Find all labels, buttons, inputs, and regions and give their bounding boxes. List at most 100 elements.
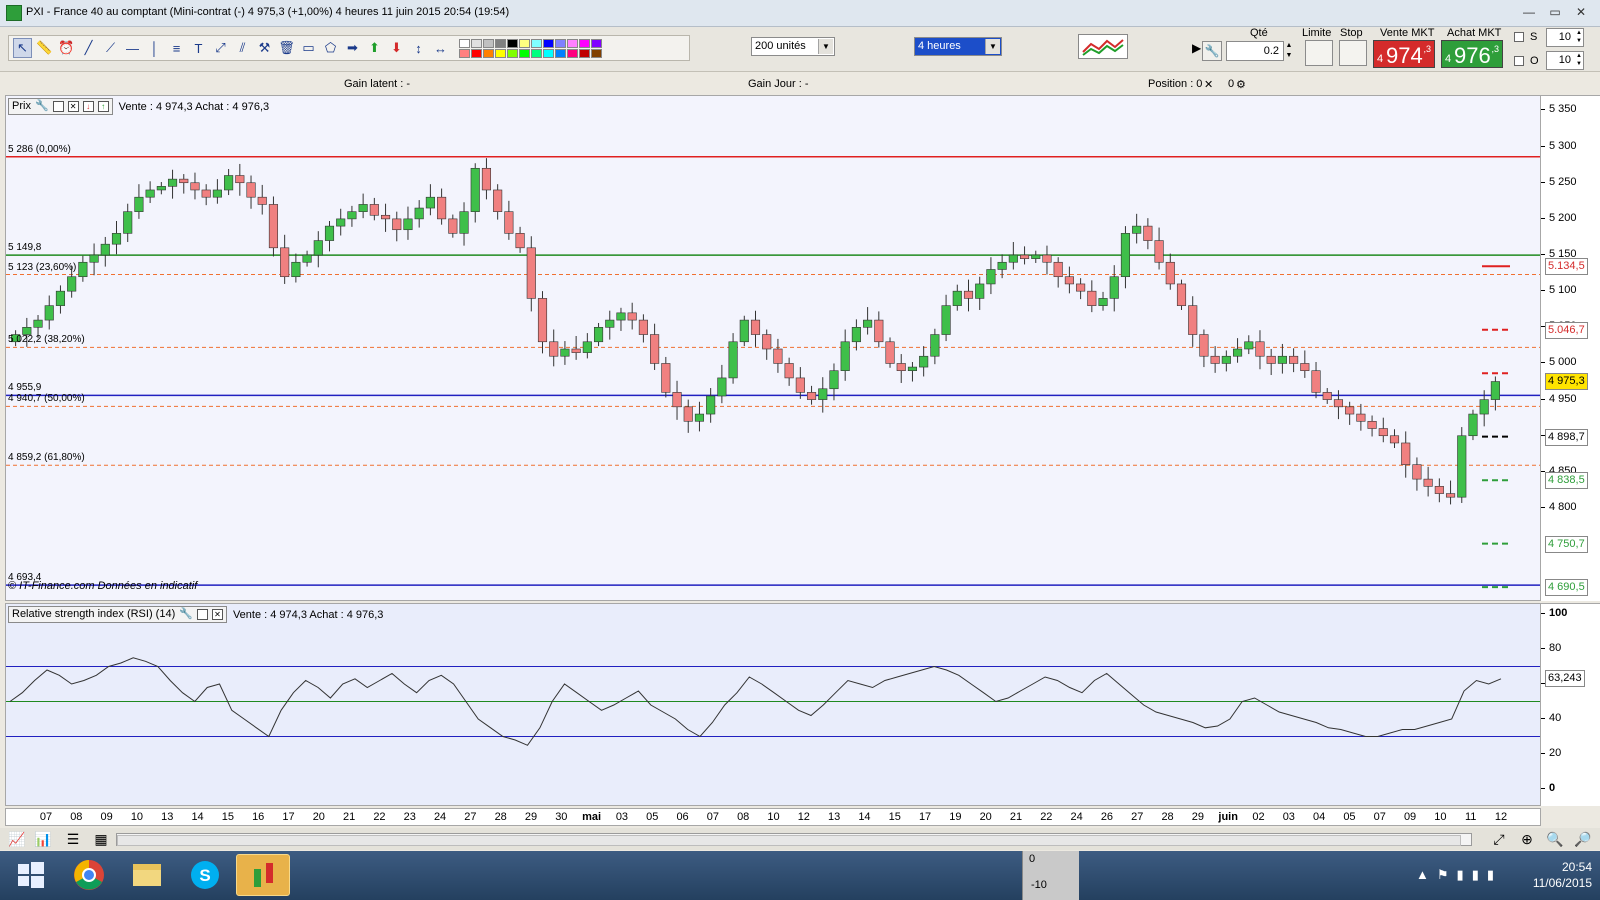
- candle[interactable]: [1042, 245, 1052, 275]
- tray-icons[interactable]: ▲⚑▮▮▮: [1416, 867, 1502, 883]
- arrow-right-icon[interactable]: ➡: [343, 38, 362, 58]
- minimize-button[interactable]: —: [1518, 4, 1540, 20]
- candle[interactable]: [448, 214, 458, 238]
- candle[interactable]: [190, 172, 200, 200]
- zoom-out-icon[interactable]: 🔍: [1546, 831, 1564, 848]
- tools-icon[interactable]: ⚒: [255, 38, 274, 58]
- trading-app-icon[interactable]: [236, 854, 290, 896]
- candle[interactable]: [1311, 362, 1321, 399]
- candle[interactable]: [280, 234, 290, 284]
- list-icon[interactable]: ☰: [64, 831, 82, 848]
- candle[interactable]: [661, 356, 671, 398]
- candle[interactable]: [1076, 278, 1086, 300]
- candle[interactable]: [380, 203, 391, 232]
- candle[interactable]: [537, 291, 548, 354]
- candle[interactable]: [582, 333, 592, 359]
- candle[interactable]: [1199, 329, 1209, 368]
- window-icon[interactable]: [196, 609, 208, 620]
- candle[interactable]: [773, 338, 783, 373]
- candle[interactable]: [1109, 265, 1119, 312]
- candle[interactable]: [291, 253, 301, 283]
- chrome-icon[interactable]: [62, 854, 116, 896]
- candle[interactable]: [1019, 246, 1030, 265]
- candle[interactable]: [111, 221, 122, 255]
- candle[interactable]: [549, 329, 559, 367]
- limit-order-button[interactable]: [1305, 40, 1333, 66]
- candle[interactable]: [44, 295, 54, 330]
- horizontal-line-icon[interactable]: —: [123, 38, 142, 58]
- candle[interactable]: [975, 276, 985, 310]
- candle[interactable]: [235, 163, 245, 196]
- wrench-icon[interactable]: 🔧: [179, 607, 193, 622]
- close-icon[interactable]: ✕: [211, 609, 223, 620]
- candle[interactable]: [638, 314, 648, 343]
- candle[interactable]: [1468, 409, 1478, 441]
- stop-checkbox[interactable]: [1514, 32, 1524, 42]
- candle[interactable]: [627, 302, 637, 330]
- candle[interactable]: [268, 196, 279, 257]
- candle[interactable]: [1031, 250, 1041, 263]
- zoom-fit-icon[interactable]: ⊕: [1518, 831, 1536, 848]
- candle[interactable]: [806, 385, 817, 405]
- candle[interactable]: [1143, 218, 1153, 250]
- candle[interactable]: [1188, 296, 1198, 347]
- candle[interactable]: [1087, 280, 1097, 313]
- candle[interactable]: [392, 211, 402, 242]
- buy-market-button[interactable]: 4 976 ,3: [1441, 40, 1503, 68]
- candle[interactable]: [1445, 480, 1456, 505]
- arrow-down-icon[interactable]: ↓: [82, 101, 94, 112]
- text-tool-icon[interactable]: T: [189, 38, 208, 58]
- color-palette[interactable]: [459, 38, 602, 58]
- candle[interactable]: [1423, 466, 1433, 497]
- candle[interactable]: [762, 329, 772, 360]
- candle[interactable]: [706, 388, 716, 423]
- candle[interactable]: [1098, 291, 1108, 311]
- candle[interactable]: [156, 182, 166, 195]
- candle[interactable]: [212, 179, 222, 204]
- candle[interactable]: [818, 377, 828, 413]
- candle[interactable]: [963, 279, 974, 312]
- period-select[interactable]: 4 heures ▼: [914, 37, 1002, 56]
- candle[interactable]: [1389, 429, 1400, 449]
- close-icon[interactable]: ✕: [67, 101, 79, 112]
- candle[interactable]: [201, 184, 211, 206]
- candle[interactable]: [324, 221, 335, 252]
- candle[interactable]: [257, 184, 267, 215]
- candle[interactable]: [134, 184, 144, 219]
- candle[interactable]: [459, 202, 469, 246]
- quantity-select[interactable]: 200 unités ▼: [751, 37, 835, 56]
- stop-order-button[interactable]: [1339, 40, 1367, 66]
- horizontal-scrollbar[interactable]: [116, 833, 1472, 846]
- vertical-line-icon[interactable]: │: [145, 38, 164, 58]
- expand-arrow-icon[interactable]: ▶: [1192, 41, 1201, 55]
- candle[interactable]: [795, 367, 805, 399]
- scrollbar-thumb[interactable]: [117, 835, 1461, 846]
- arrow-up-icon[interactable]: ↑: [97, 101, 109, 112]
- candle[interactable]: [997, 254, 1007, 279]
- trend-line-icon[interactable]: ╱: [79, 38, 98, 58]
- candle[interactable]: [55, 285, 66, 314]
- candle[interactable]: [481, 158, 492, 200]
- candle[interactable]: [1064, 266, 1074, 294]
- candle[interactable]: [1120, 226, 1131, 289]
- trash-icon[interactable]: 🗑: [277, 38, 296, 58]
- candle[interactable]: [1277, 343, 1287, 374]
- indicators-icon[interactable]: 📊: [34, 831, 52, 848]
- candle[interactable]: [1457, 427, 1467, 503]
- time-axis[interactable]: 07 08 09 10 13 14 15 16 17 20 21 22 23 24 27 28 29 30 mai 0…: [5, 808, 1541, 826]
- candle[interactable]: [1176, 279, 1187, 310]
- file-explorer-icon[interactable]: [120, 854, 174, 896]
- candle[interactable]: [1345, 401, 1355, 425]
- rsi-y-axis[interactable]: 10080604020063,243: [1540, 603, 1600, 806]
- candle[interactable]: [750, 310, 761, 347]
- pointer-tool-icon[interactable]: ↖: [13, 38, 32, 58]
- channel-icon[interactable]: ⤢: [211, 38, 230, 58]
- candle[interactable]: [919, 346, 929, 377]
- ruler-tool-icon[interactable]: 📏: [35, 38, 54, 58]
- candle[interactable]: [616, 307, 626, 331]
- candle[interactable]: [840, 329, 850, 381]
- candle[interactable]: [717, 364, 727, 404]
- o-value-input[interactable]: 10 ▲ ▼: [1546, 51, 1584, 70]
- candle[interactable]: [1333, 390, 1344, 420]
- candle[interactable]: [1367, 415, 1377, 437]
